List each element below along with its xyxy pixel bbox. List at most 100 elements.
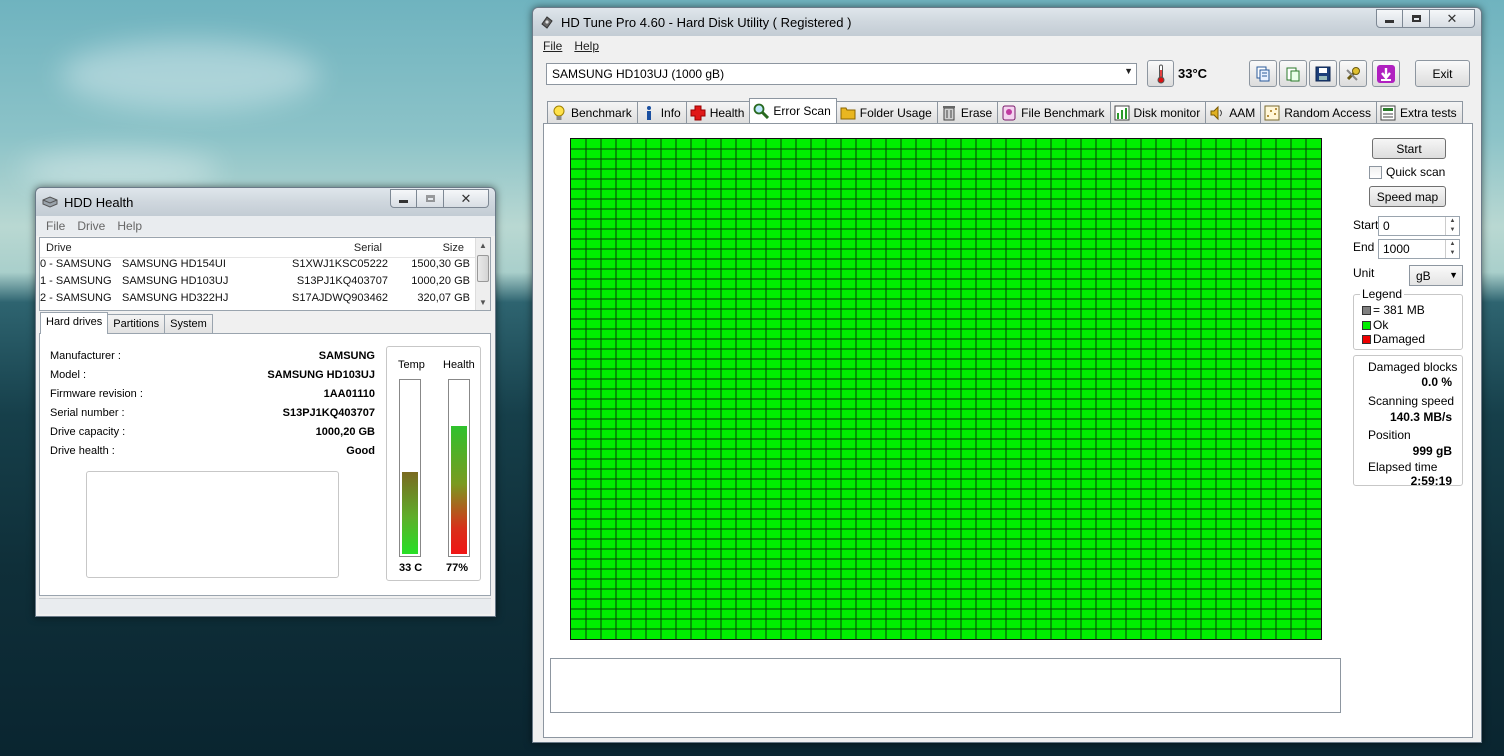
spin-up-icon[interactable]: ▲: [1446, 217, 1459, 226]
download-button[interactable]: [1372, 60, 1400, 87]
copy-screen-button[interactable]: [1279, 60, 1307, 87]
spin-up-icon[interactable]: ▲: [1446, 240, 1459, 249]
scroll-up-icon[interactable]: ▲: [476, 238, 490, 253]
detail-value: 1000,20 GB: [315, 426, 375, 438]
hdtune-tabs: Benchmark Info Health Error Scan Folder …: [547, 98, 1463, 123]
desktop-cloud: [60, 40, 320, 110]
tab-label: AAM: [1229, 105, 1256, 120]
drive-size: 1000,20 GB: [411, 275, 470, 287]
hdtune-titlebar[interactable]: HD Tune Pro 4.60 - Hard Disk Utility ( R…: [533, 8, 1481, 36]
tab-disk-monitor[interactable]: Disk monitor: [1109, 101, 1207, 123]
scanning-speed-label: Scanning speed: [1368, 394, 1455, 408]
detail-label: Manufacturer :: [50, 350, 121, 362]
tab-system[interactable]: System: [164, 314, 213, 334]
maximize-button[interactable]: [417, 189, 444, 208]
quick-scan-checkbox[interactable]: Quick scan: [1369, 165, 1445, 179]
detail-label: Serial number :: [50, 407, 125, 419]
start-button[interactable]: Start: [1372, 138, 1446, 159]
exit-button[interactable]: Exit: [1415, 60, 1470, 87]
tab-erase[interactable]: Erase: [936, 101, 999, 123]
end-input[interactable]: 1000 ▲ ▼: [1378, 239, 1460, 259]
scan-stats-box: Damaged blocks 0.0 % Scanning speed 140.…: [1353, 355, 1463, 488]
health-gauge-label: Health: [443, 359, 475, 371]
hdd-health-titlebar[interactable]: HDD Health ✕: [36, 188, 495, 216]
legend-item: = 381 MB: [1362, 303, 1425, 317]
hard-drives-panel: Manufacturer : SAMSUNG Model : SAMSUNG H…: [39, 333, 491, 596]
menu-help[interactable]: Help: [111, 219, 148, 233]
unit-label: Unit: [1353, 266, 1375, 280]
detail-value: 1AA01110: [323, 388, 375, 400]
disk-monitor-icon: [1114, 105, 1130, 121]
col-drive[interactable]: Drive: [40, 238, 122, 257]
drive-list-scrollbar[interactable]: ▲ ▼: [475, 238, 490, 310]
thermometer-icon: [1157, 64, 1164, 83]
tab-folder-usage[interactable]: Folder Usage: [835, 101, 938, 123]
tab-label: Disk monitor: [1133, 105, 1201, 120]
speed-map-button[interactable]: Speed map: [1369, 186, 1446, 207]
temp-gauge-label: Temp: [398, 359, 425, 371]
maximize-button[interactable]: [1403, 9, 1430, 28]
close-button[interactable]: ✕: [1430, 9, 1475, 28]
speaker-icon: [1209, 105, 1225, 121]
tab-health[interactable]: Health: [685, 101, 751, 123]
error-scan-grid: [570, 138, 1322, 640]
spin-buttons[interactable]: ▲ ▼: [1445, 240, 1459, 258]
menu-help[interactable]: Help: [568, 39, 605, 53]
tab-label: Erase: [960, 105, 993, 120]
menu-file[interactable]: File: [537, 39, 568, 53]
tab-error-scan[interactable]: Error Scan: [749, 98, 837, 123]
spin-buttons[interactable]: ▲ ▼: [1445, 217, 1459, 235]
start-field-label: Start: [1353, 218, 1379, 232]
elapsed-time-value: 2:59:19: [1410, 474, 1452, 488]
temperature-button[interactable]: [1147, 60, 1174, 87]
start-input[interactable]: 0 ▲ ▼: [1378, 216, 1460, 236]
end-field-label: End: [1353, 240, 1375, 254]
unit-select[interactable]: gB ▼: [1409, 265, 1463, 286]
tab-partitions[interactable]: Partitions: [107, 314, 166, 334]
minimize-button[interactable]: [1376, 9, 1403, 28]
save-button[interactable]: [1309, 60, 1337, 87]
close-button[interactable]: ✕: [444, 189, 489, 208]
legend-label: Damaged: [1373, 332, 1426, 346]
desktop-cloud: [20, 150, 220, 190]
drive-row[interactable]: 2 - SAMSUNG SAMSUNG HD322HJ S17AJDWQ9034…: [40, 292, 490, 309]
detail-row: Drive health : Good: [50, 445, 375, 457]
spin-down-icon[interactable]: ▼: [1446, 226, 1459, 235]
hdtune-menubar: File Help: [533, 36, 1481, 56]
health-cross-icon: [690, 105, 706, 121]
menu-drive[interactable]: Drive: [71, 219, 111, 233]
tab-random-access[interactable]: Random Access: [1260, 101, 1377, 123]
health-gauge: [448, 379, 470, 557]
drive-serial: S17AJDWQ903462: [292, 292, 388, 304]
menu-file[interactable]: File: [40, 219, 71, 233]
tab-hard-drives[interactable]: Hard drives: [40, 312, 109, 334]
tab-file-benchmark[interactable]: File Benchmark: [997, 101, 1111, 123]
drive-row[interactable]: 1 - SAMSUNG SAMSUNG HD103UJ S13PJ1KQ4037…: [40, 275, 490, 292]
spin-down-icon[interactable]: ▼: [1446, 249, 1459, 258]
checkbox-box[interactable]: [1369, 165, 1382, 179]
scroll-down-icon[interactable]: ▼: [476, 295, 490, 310]
block-map: [571, 139, 1321, 639]
col-serial[interactable]: Serial: [262, 238, 388, 257]
minimize-button[interactable]: [390, 189, 417, 208]
detail-value: SAMSUNG HD103UJ: [267, 369, 375, 381]
options-button[interactable]: [1339, 60, 1367, 87]
detail-value: S13PJ1KQ403707: [282, 407, 375, 419]
damaged-blocks-label: Damaged blocks: [1368, 360, 1458, 374]
file-benchmark-icon: [1001, 105, 1017, 121]
drive-model: SAMSUNG HD103UJ: [122, 275, 229, 287]
copy-info-button[interactable]: [1249, 60, 1277, 87]
tab-extra-tests[interactable]: Extra tests: [1375, 101, 1463, 123]
drive-row[interactable]: 0 - SAMSUNG SAMSUNG HD154UI S1XWJ1KSC052…: [40, 258, 490, 275]
drive-list-header: Drive Serial Size: [40, 238, 490, 258]
tab-benchmark[interactable]: Benchmark: [547, 101, 638, 123]
error-scan-panel: Start Quick scan Speed map Start 0 ▲ ▼ En…: [543, 123, 1473, 738]
tab-info[interactable]: Info: [636, 101, 687, 123]
tab-aam[interactable]: AAM: [1205, 101, 1262, 123]
drive-select[interactable]: SAMSUNG HD103UJ (1000 gB) ▼: [546, 63, 1137, 85]
col-size[interactable]: Size: [388, 238, 470, 257]
drive-id: 2 - SAMSUNG: [40, 292, 112, 304]
col-model[interactable]: [122, 238, 262, 257]
scan-log-box: [550, 658, 1341, 713]
scroll-thumb[interactable]: [477, 255, 489, 282]
